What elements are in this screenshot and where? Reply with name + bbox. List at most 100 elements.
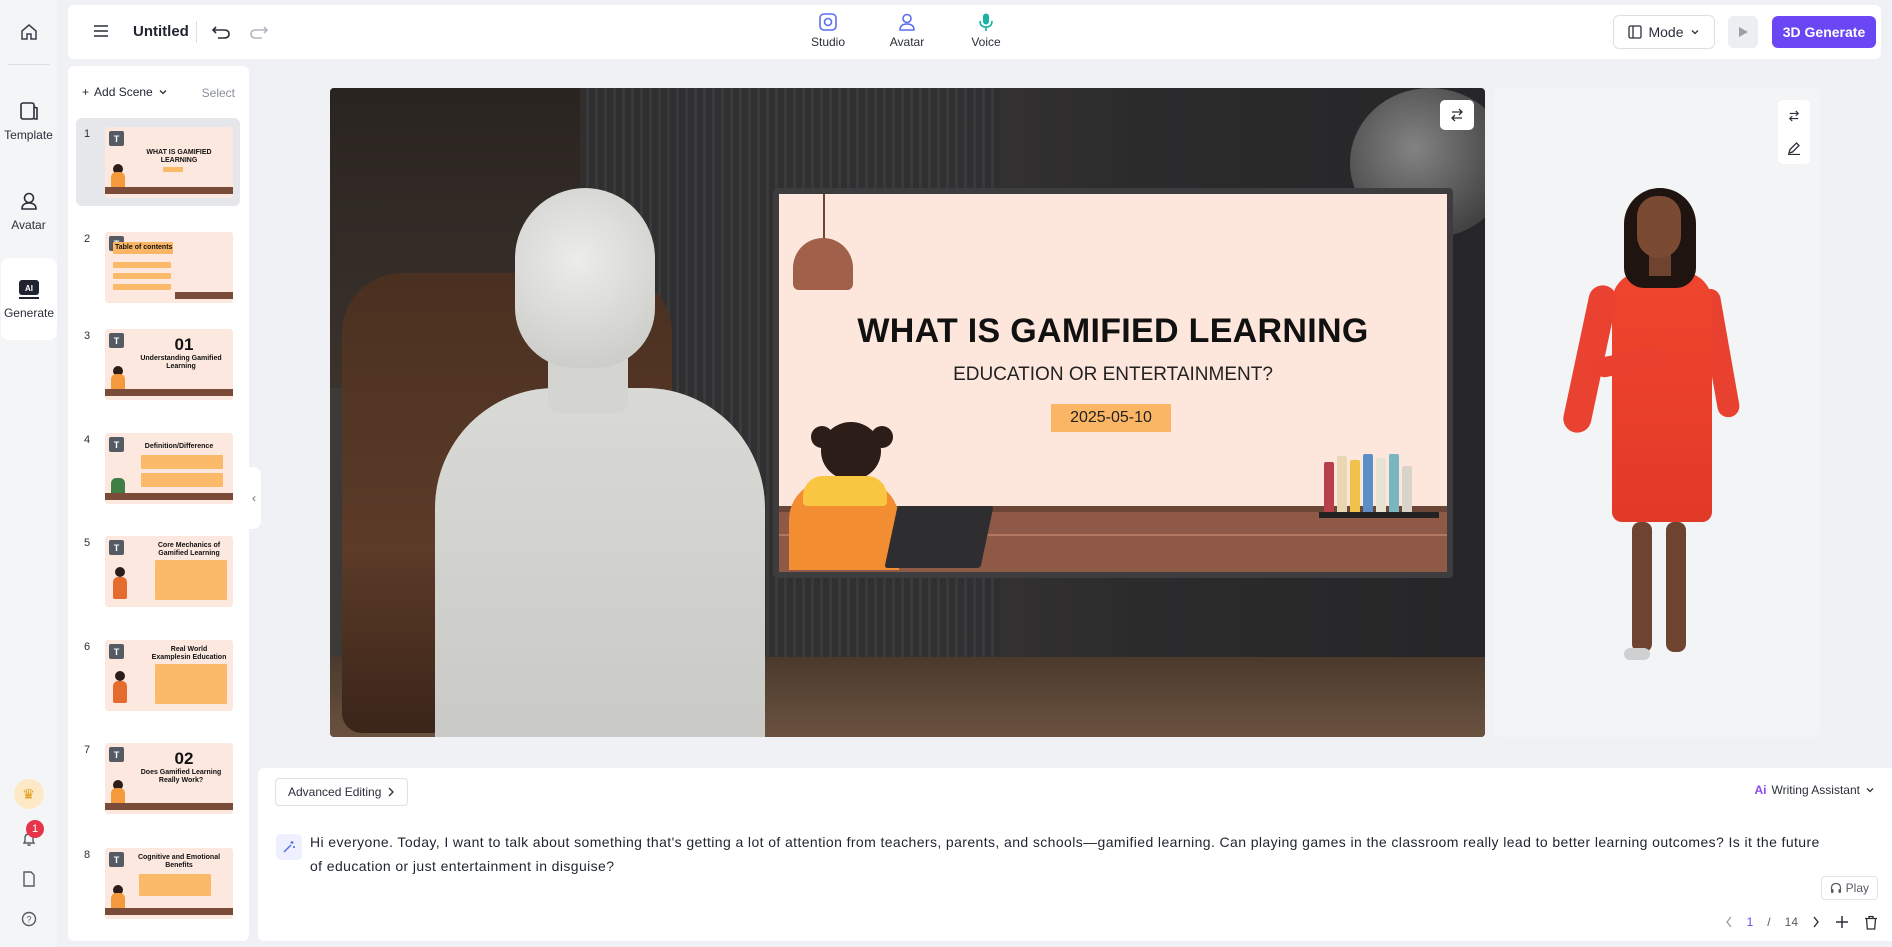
books-illustration <box>1324 452 1424 514</box>
text-badge-icon: T <box>109 333 124 348</box>
scene-item[interactable]: 4 T Definition/Difference <box>76 424 240 512</box>
home-icon <box>20 24 37 40</box>
menu-icon[interactable] <box>92 22 110 40</box>
scene-thumbnail: T WHAT IS GAMIFIED LEARNING <box>105 127 233 198</box>
preview-canvas[interactable]: WHAT IS GAMIFIED LEARNING EDUCATION OR E… <box>330 88 1485 737</box>
scene-thumb-subtitle: Understanding Gamified Learning <box>140 355 222 370</box>
scene-thumb-title: Definition/Difference <box>144 443 214 450</box>
swap-icon <box>1451 108 1463 122</box>
collapse-panel-button[interactable]: ‹ <box>247 467 261 529</box>
scene-item[interactable]: 2 T Table of contents <box>76 223 240 311</box>
home-button[interactable] <box>0 8 57 56</box>
scene-number: 7 <box>84 744 91 756</box>
scene-thumbnail: T 01 Understanding Gamified Learning <box>105 329 233 400</box>
chevron-right-icon[interactable] <box>1812 916 1820 928</box>
chevron-right-icon <box>388 787 395 797</box>
files-button[interactable] <box>0 868 57 890</box>
scene-item[interactable]: 5 T Core Mechanics of Gamified Learning <box>76 527 240 615</box>
magic-wand-icon <box>283 841 295 853</box>
rail-item-avatar[interactable]: Avatar <box>0 170 57 252</box>
tab-avatar[interactable]: Avatar <box>877 12 937 49</box>
add-scene-icon[interactable] <box>1834 914 1850 930</box>
script-textarea[interactable]: Hi everyone. Today, I want to talk about… <box>310 830 1830 878</box>
document-title[interactable]: Untitled <box>133 23 189 40</box>
thumb-text-box <box>141 455 223 469</box>
document-icon <box>22 871 35 887</box>
slide: WHAT IS GAMIFIED LEARNING EDUCATION OR E… <box>779 194 1447 572</box>
tab-label: Studio <box>810 35 846 49</box>
thumb-desk <box>105 908 233 915</box>
avatar-icon <box>20 192 37 210</box>
scene-item[interactable]: 3 T 01 Understanding Gamified Learning <box>76 320 240 408</box>
text-badge-icon: T <box>109 437 124 452</box>
scene-thumbnail: T Table of contents <box>105 232 233 303</box>
studio-icon <box>819 13 837 31</box>
advanced-editing-button[interactable]: Advanced Editing <box>275 778 409 806</box>
scene-item[interactable]: 1 T WHAT IS GAMIFIED LEARNING <box>76 118 240 206</box>
mode-label: Mode <box>1648 24 1684 40</box>
lamp-cord <box>823 194 825 239</box>
swap-background-button[interactable] <box>1440 100 1474 130</box>
scene-thumb-title: Real World Examplesin Education <box>151 646 227 661</box>
slide-subtitle: EDUCATION OR ENTERTAINMENT? <box>953 364 1273 385</box>
upgrade-button[interactable]: ♛ <box>0 778 57 810</box>
scene-number: 6 <box>84 641 91 653</box>
svg-text:?: ? <box>26 915 31 925</box>
select-scenes-button[interactable]: Select <box>202 86 235 100</box>
slide-title: WHAT IS GAMIFIED LEARNING <box>857 312 1369 350</box>
scene-number: 4 <box>84 434 91 446</box>
presentation-screen[interactable]: WHAT IS GAMIFIED LEARNING EDUCATION OR E… <box>773 188 1453 578</box>
layout-icon <box>1628 25 1643 39</box>
scene-thumbnail: T 02 Does Gamified Learning Really Work? <box>105 743 233 814</box>
scene-thumb-number: 01 <box>174 335 194 354</box>
avatar-figure <box>1666 522 1686 652</box>
thumb-desk <box>175 292 233 299</box>
microphone-icon <box>979 13 993 31</box>
thumb-figure <box>113 681 127 703</box>
avatar-preview-panel <box>1494 88 1820 737</box>
edit-pencil-icon[interactable] <box>1787 141 1801 155</box>
scene-item[interactable]: 8 T Cognitive and Emotional Benefits <box>76 839 240 927</box>
trash-icon[interactable] <box>1864 915 1878 930</box>
chevron-down-icon <box>1866 788 1874 793</box>
lamp-illustration <box>793 238 853 290</box>
play-icon <box>1739 27 1748 37</box>
play-voice-button[interactable]: Play <box>1820 876 1878 900</box>
thumb-desk <box>105 187 233 194</box>
scene-item[interactable]: 6 T Real World Examplesin Education <box>76 631 240 719</box>
rail-item-generate[interactable]: AI Generate <box>1 258 57 340</box>
placeholder-avatar-body <box>435 388 765 737</box>
mode-dropdown[interactable]: Mode <box>1613 15 1715 49</box>
svg-text:AI: AI <box>25 284 33 293</box>
undo-icon[interactable] <box>210 21 232 43</box>
scene-thumb-title: Table of contents <box>115 244 173 251</box>
scene-thumb-title: Cognitive and Emotional Benefits <box>137 854 221 869</box>
tab-voice[interactable]: Voice <box>956 12 1016 49</box>
redo-icon[interactable] <box>248 21 270 43</box>
swap-icon[interactable] <box>1787 109 1801 122</box>
rail-item-template[interactable]: Template <box>0 80 57 162</box>
preview-play-button[interactable] <box>1728 16 1758 48</box>
scene-thumbnail: T Core Mechanics of Gamified Learning <box>105 536 233 607</box>
help-button[interactable]: ? <box>0 908 57 930</box>
rail-label: Template <box>4 128 53 142</box>
text-badge-icon: T <box>109 852 124 867</box>
total-pages: 14 <box>1784 915 1798 929</box>
add-scene-button[interactable]: + Add Scene <box>82 85 168 99</box>
notifications-button[interactable]: 1 <box>0 820 57 850</box>
script-editor: Advanced Editing Ai Writing Assistant Hi… <box>258 768 1892 941</box>
chevron-left-icon[interactable] <box>1725 916 1733 928</box>
writing-assistant-button[interactable]: Ai Writing Assistant <box>1755 783 1875 797</box>
thumb-text-box <box>141 473 223 487</box>
scene-number: 1 <box>84 128 91 140</box>
rail-label: Generate <box>3 306 55 320</box>
magic-wand-button[interactable] <box>276 834 302 860</box>
crown-icon: ♛ <box>13 779 44 809</box>
scene-item[interactable]: 7 T 02 Does Gamified Learning Really Wor… <box>76 734 240 822</box>
placeholder-avatar-head <box>515 188 655 368</box>
scene-thumb-title: Core Mechanics of Gamified Learning <box>157 542 221 557</box>
tab-studio[interactable]: Studio <box>798 12 858 49</box>
thumb-desk <box>105 493 233 500</box>
3d-generate-button[interactable]: 3D Generate <box>1772 16 1876 48</box>
thumb-figure <box>113 577 127 599</box>
